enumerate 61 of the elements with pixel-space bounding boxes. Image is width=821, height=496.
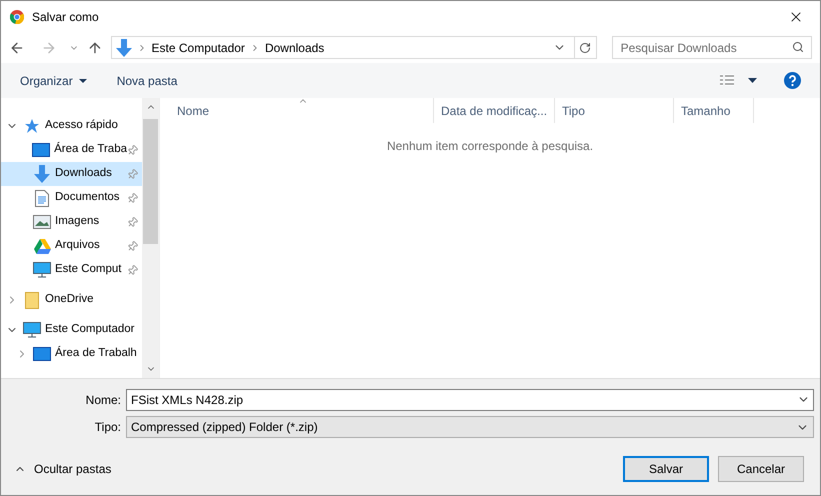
dropdown-triangle-icon	[78, 78, 87, 82]
dialog-button[interactable]: Salvar	[623, 456, 709, 482]
column-header[interactable]: Nome	[170, 98, 434, 123]
sidebar-item-label: Arquivos	[55, 238, 100, 254]
up-arrow-icon[interactable]	[86, 40, 103, 56]
organize-menu-button[interactable]: Organizar	[20, 72, 87, 90]
search-field[interactable]: Pesquisar Downloads	[612, 36, 812, 59]
sidebar-item[interactable]: Área de Traba	[1, 138, 142, 162]
refresh-icon[interactable]	[579, 42, 592, 54]
sidebar-item-label: Este Comput	[55, 262, 122, 278]
scrollbar[interactable]	[142, 98, 159, 378]
view-options-icon[interactable]	[719, 74, 735, 86]
sidebar-item[interactable]: Arquivos	[1, 234, 142, 258]
picture-icon	[33, 215, 51, 229]
sidebar-item-label: Este Computador	[45, 322, 134, 338]
computer-icon	[23, 322, 41, 338]
new-folder-button[interactable]: Nova pasta	[116, 72, 178, 90]
type-label: Tipo:	[94, 419, 121, 436]
sidebar-item-label: Documentos	[55, 190, 120, 206]
desktop-icon	[32, 143, 50, 157]
sidebar-item-label: OneDrive	[45, 292, 94, 308]
window-title: Salvar como	[32, 8, 99, 26]
star-icon	[24, 118, 40, 134]
empty-message: Nenhum item corresponde à pesquisa.	[386, 138, 594, 155]
browser-logo-icon	[10, 10, 24, 24]
sidebar-item-label: Acesso rápido	[45, 118, 118, 134]
computer-icon	[33, 262, 51, 278]
sidebar-item[interactable]: Documentos	[1, 186, 142, 210]
sidebar-item-label: Área de Trabalh	[55, 345, 137, 362]
hide-folders-button[interactable]: Ocultar pastas	[14, 460, 112, 478]
sidebar-item-label: Downloads	[55, 166, 112, 182]
sidebar-item[interactable]: Acesso rápido	[1, 114, 142, 138]
search-icon	[792, 41, 804, 53]
desktop-icon	[33, 347, 51, 361]
file-name-field[interactable]: FSist XMLs N428.zip	[126, 389, 814, 411]
file-type-dropdown[interactable]: Compressed (zipped) Folder (*.zip)	[126, 416, 814, 438]
sidebar-item[interactable]: Área de Trabalh	[1, 342, 142, 366]
sidebar-item[interactable]: Downloads	[1, 162, 142, 186]
sidebar-item[interactable]: Este Comput	[1, 258, 142, 282]
column-header[interactable]: Tipo	[555, 98, 674, 123]
name-label: Nome:	[84, 392, 121, 409]
folder-icon	[25, 292, 39, 308]
sidebar-item[interactable]: OneDrive	[1, 288, 142, 312]
sidebar-item[interactable]: Imagens	[1, 210, 142, 234]
sidebar-item[interactable]: Este Computador	[1, 318, 142, 342]
breadcrumb-item[interactable]: Este Computador	[152, 38, 245, 56]
triangle-logo-icon	[34, 238, 50, 254]
breadcrumb-item[interactable]: Downloads	[264, 38, 324, 56]
column-header[interactable]: Data de modificaç...	[434, 98, 555, 123]
address-bar[interactable]: Este Computador Downloads	[110, 36, 597, 59]
down-arrow-icon	[34, 165, 50, 183]
column-header[interactable]: Tamanho	[674, 98, 754, 123]
sidebar-item-label: Imagens	[55, 214, 100, 230]
dialog-button[interactable]: Cancelar	[718, 456, 804, 482]
sidebar-item-label: Área de Traba	[54, 141, 127, 158]
scrollbar-thumb[interactable]	[143, 119, 158, 244]
down-arrow-icon	[116, 38, 132, 56]
help-icon[interactable]	[784, 72, 801, 89]
document-icon	[35, 190, 49, 206]
dropdown-triangle-icon[interactable]	[748, 78, 757, 83]
back-arrow-icon[interactable]	[9, 40, 25, 56]
